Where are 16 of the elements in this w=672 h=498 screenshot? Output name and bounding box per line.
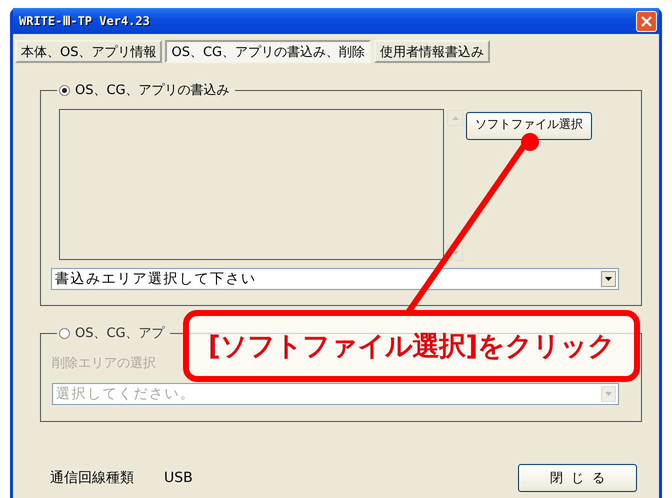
close-icon[interactable] [636,10,657,32]
tab[interactable]: 本体、OS、アプリ情報 [15,40,162,63]
callout: [ソフトファイル選択]をクリック [183,310,640,382]
area-dropdown[interactable]: 書込みエリア選択して下さい [51,268,619,290]
close-button[interactable]: 閉じる [518,464,637,492]
connection-label: 通信回線種類 [50,469,134,487]
tab[interactable]: 使用者情報書込み [374,40,490,63]
combo-value: 選択してください。 [56,385,196,403]
scroll-down-icon[interactable] [447,245,463,261]
select-file-button[interactable]: ソフトファイル選択 [466,112,592,140]
tab[interactable]: OS、CG、アプリの書込み、削除 [165,40,372,63]
window-title: WRITE-Ⅲ-TP Ver4.23 [19,14,150,28]
radio-button[interactable]: OS、CG、アプリの書込み [57,81,235,99]
connection-value: USB [164,470,194,486]
field-label: 削除エリアの選択 [52,355,157,372]
combo-value: 書込みエリア選択して下さい [55,270,256,288]
